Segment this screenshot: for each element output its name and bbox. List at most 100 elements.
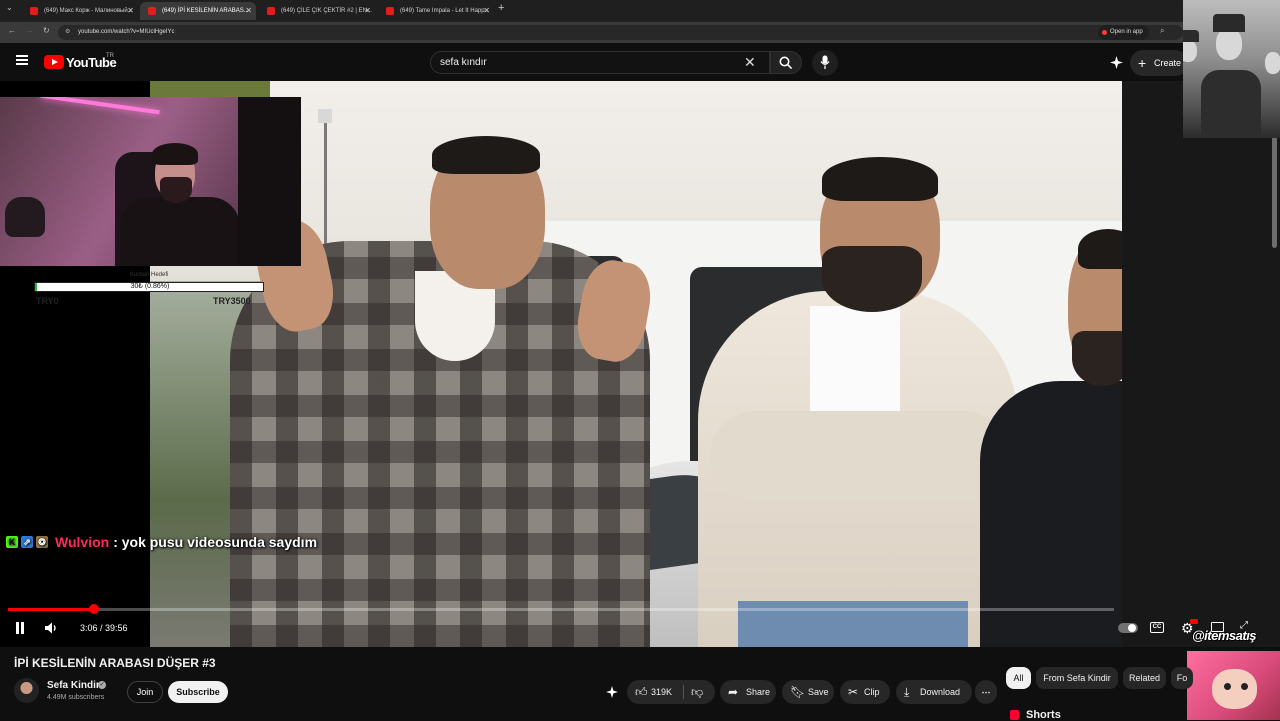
channel-avatar[interactable] — [14, 678, 39, 703]
back-icon[interactable]: ← — [8, 26, 16, 35]
donation-goal-bar: 30₺ (0.86%) — [34, 282, 264, 292]
url-field[interactable]: ⚙ youtube.com/watch?v=MIUclHgeIYc — [58, 25, 1183, 40]
dog-silhouette — [5, 197, 45, 237]
browser-tab[interactable]: (649) Tame Impala - Let It Happ... ✕ — [378, 2, 494, 20]
goal-max-label: TRY3500 — [213, 296, 251, 306]
beard — [822, 246, 922, 312]
chip-all[interactable]: All — [1006, 667, 1031, 689]
subscriber-count: 4.49M subscribers — [47, 694, 105, 701]
sponsor-watermark: @itemsatış — [1192, 628, 1257, 643]
download-button[interactable]: ⤓ Download — [896, 680, 972, 704]
search-icon — [779, 56, 793, 70]
coat — [1201, 70, 1261, 138]
search-query[interactable]: sefa kındır — [440, 52, 487, 73]
youtube-play-icon — [44, 55, 64, 69]
progress-played — [8, 608, 94, 611]
emblem-badge-icon: ❂ — [36, 536, 48, 548]
site-info-icon[interactable]: ⚙ — [65, 25, 70, 40]
share-arrow-icon: ➦ — [728, 685, 739, 699]
clip-button[interactable]: ✂ Clip — [840, 680, 890, 704]
zoom-icon[interactable]: ⌕ — [1160, 26, 1164, 36]
hair — [432, 136, 540, 174]
more-actions-button[interactable]: ⋯ — [975, 680, 997, 704]
autoplay-toggle[interactable] — [1118, 623, 1138, 633]
tab-title: (649) ÇİLE ÇIK ÇEKTİR #2 | EN... — [281, 8, 372, 14]
chat-text: : yok pusu videosunda saydım — [113, 534, 318, 550]
search-input[interactable]: sefa kındır — [430, 51, 770, 74]
sparkle-icon[interactable] — [1110, 56, 1123, 69]
new-tab-icon[interactable]: + — [498, 2, 504, 14]
thumbs-up-icon[interactable]: 👍︎ — [635, 680, 648, 704]
search-button[interactable] — [770, 51, 802, 74]
browser-tab[interactable]: (649) Макс Корж - Малиновый... ✕ — [22, 2, 138, 20]
browser-tab-active[interactable]: (649) İPİ KESİLENİN ARABAS... ✕ — [140, 2, 256, 20]
channel-name[interactable]: Sefa Kindir — [47, 680, 100, 691]
scrollbar-thumb[interactable] — [1272, 130, 1277, 248]
goal-min-label: TRY0 — [36, 296, 59, 306]
reload-icon[interactable]: ↻ — [43, 26, 50, 35]
chip-related[interactable]: Related — [1123, 667, 1166, 689]
browser-tab[interactable]: (649) ÇİLE ÇIK ÇEKTİR #2 | EN... ✕ — [259, 2, 375, 20]
youtube-favicon-icon — [386, 7, 394, 15]
download-arrow-icon: ⤓ — [904, 685, 910, 699]
subscribe-button[interactable]: Subscribe — [168, 681, 228, 703]
donation-goal-text: 30₺ (0.86%) — [130, 283, 170, 290]
streamer-webcam — [0, 97, 301, 266]
bookmark-icon: 🔖︎ — [790, 685, 806, 699]
streamer-beard — [160, 177, 192, 203]
crossed-arms — [710, 411, 1010, 501]
create-button[interactable]: + Create — [1130, 50, 1188, 76]
like-count[interactable]: 319K — [651, 680, 672, 704]
browser-tab-strip: ⌄ (649) Макс Корж - Малиновый... ✕ (649)… — [0, 0, 1280, 22]
create-label: Create — [1154, 58, 1182, 68]
chat-message: K ⇗ ❂ Wulvion : yok pusu videosunda sayd… — [6, 533, 317, 551]
historical-photo-overlay — [1183, 0, 1280, 138]
youtube-favicon-icon — [148, 7, 156, 15]
subtitles-button[interactable]: CC — [1150, 622, 1164, 633]
thumbs-down-icon[interactable]: 👎︎ — [691, 680, 703, 704]
join-button[interactable]: Join — [127, 681, 163, 703]
url-text[interactable]: youtube.com/watch?v=MIUclHgeIYc — [78, 25, 175, 40]
open-in-app-button[interactable]: Open in app — [1098, 25, 1149, 40]
divider — [683, 685, 684, 699]
share-button[interactable]: ➦ Share — [720, 680, 776, 704]
clear-search-icon[interactable]: ✕ — [744, 55, 756, 69]
ask-ai-button[interactable] — [604, 680, 622, 704]
tab-list-icon[interactable]: ⌄ — [6, 3, 13, 12]
youtube-header: YouTube TR sefa kındır ✕ + Create — [0, 43, 1280, 81]
hamburger-menu-icon[interactable] — [16, 55, 28, 65]
door — [238, 97, 301, 266]
lamp-post — [318, 109, 332, 123]
progress-bar[interactable] — [8, 604, 1114, 614]
hair — [1078, 229, 1122, 269]
arrow-badge-icon: ⇗ — [21, 536, 33, 548]
youtube-favicon-icon — [267, 7, 275, 15]
volume-icon[interactable] — [44, 621, 58, 635]
tab-title: (649) Tame Impala - Let It Happ... — [400, 8, 490, 14]
video-title: İPİ KESİLENİN ARABASI DÜŞER #3 — [14, 656, 216, 670]
shorts-icon — [1010, 710, 1019, 720]
close-tab-icon[interactable]: ✕ — [127, 2, 134, 20]
save-button[interactable]: 🔖︎ Save — [782, 680, 834, 704]
chat-username: Wulvion — [55, 534, 110, 550]
progress-scrubber[interactable] — [88, 604, 99, 614]
share-label: Share — [746, 687, 771, 697]
kick-badge-icon: K — [6, 536, 18, 548]
chip-for-you[interactable]: Fo — [1171, 667, 1193, 689]
face-left — [1183, 40, 1197, 62]
pause-icon[interactable] — [14, 622, 26, 634]
close-tab-icon[interactable]: ✕ — [245, 2, 252, 20]
hat-left — [1183, 30, 1199, 42]
close-tab-icon[interactable]: ✕ — [483, 2, 490, 20]
hair — [822, 157, 938, 201]
verified-check-icon: ✓ — [98, 681, 106, 689]
voice-search-button[interactable] — [812, 50, 838, 76]
country-code: TR — [106, 53, 114, 59]
chip-from-channel[interactable]: From Sefa Kindir — [1036, 667, 1118, 689]
led-light — [40, 97, 160, 115]
tab-title: (649) İPİ KESİLENİN ARABAS... — [162, 8, 249, 14]
forward-icon[interactable]: → — [26, 26, 34, 35]
like-dislike-group: 👍︎ 319K 👎︎ — [627, 680, 715, 704]
close-tab-icon[interactable]: ✕ — [364, 2, 371, 20]
clip-label: Clip — [864, 687, 880, 697]
